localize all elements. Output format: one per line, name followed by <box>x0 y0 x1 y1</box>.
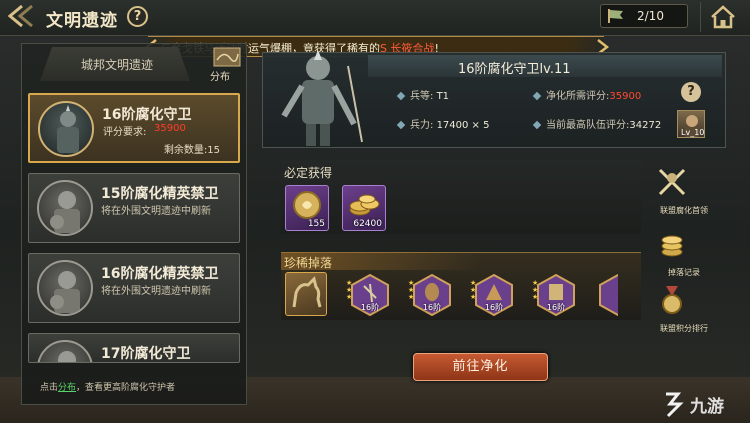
alliance-boss-button[interactable]: 联盟腐化首领 <box>654 164 714 216</box>
best-team-stat: 当前最高队伍评分:34272 <box>532 116 662 131</box>
bullet-icon <box>532 120 542 130</box>
hint-suffix: ，查看更高阶腐化守护者 <box>76 383 176 393</box>
rare-drop-item[interactable] <box>598 274 618 316</box>
player-level: Lv_10 <box>681 128 705 137</box>
card-subtitle: 将在外围文明遗迹中刷新 <box>101 206 211 217</box>
distribution-hint: 点击分布，查看更高阶腐化守护者 <box>40 380 175 393</box>
bullet-icon <box>396 120 406 130</box>
side-label: 联盟积分排行 <box>660 324 708 333</box>
side-label: 联盟腐化首领 <box>660 206 708 215</box>
alliance-ranking-button[interactable]: 联盟积分排行 <box>654 282 714 334</box>
counter-text: 2/10 <box>637 9 664 23</box>
purify-stat: 净化所需评分:35900 <box>532 87 642 102</box>
guardian-card[interactable]: 16阶腐化守卫 评分要求: 35900 剩余数量:15 <box>28 93 240 163</box>
stars-icon: ★ ★ ★ <box>470 279 477 301</box>
back-arrow-icon <box>7 4 33 28</box>
remaining-count: 剩余数量:15 <box>163 145 220 156</box>
card-title: 16阶腐化精英禁卫 <box>101 266 219 282</box>
crossed-swords-icon <box>658 168 686 196</box>
hint-prefix: 点击 <box>40 383 59 393</box>
medal-ribbon-icon <box>662 286 682 314</box>
help-icon[interactable]: ? <box>127 6 148 27</box>
rare-drop-item[interactable]: ★ ★ ★ 16阶 <box>470 274 514 316</box>
elite-guardian-icon <box>50 191 80 233</box>
guaranteed-rewards-panel <box>281 160 641 234</box>
card-subtitle: 将在外围文明遗迹中刷新 <box>101 286 211 297</box>
back-button[interactable] <box>6 4 34 28</box>
elite-guardian-icon <box>50 271 80 313</box>
purple-hex-icon <box>599 274 618 316</box>
guardian-card[interactable]: 17阶腐化守卫 <box>28 333 240 363</box>
rare-item-horse[interactable] <box>285 272 327 316</box>
card-title: 15阶腐化精英禁卫 <box>101 186 219 202</box>
armored-guardian-icon <box>57 105 79 153</box>
purify-label: 净化所需评分: <box>546 91 610 102</box>
rank-label: 兵等: <box>410 91 434 102</box>
map-icon <box>213 47 241 67</box>
go-purify-button[interactable]: 前往净化 <box>413 353 548 381</box>
troops-label: 兵力: <box>410 120 434 131</box>
bullet-icon <box>396 91 406 101</box>
home-icon <box>711 5 735 29</box>
rank-value: T1 <box>436 91 450 102</box>
guardian-avatar <box>38 101 94 157</box>
stars-icon: ★ ★ ★ <box>532 279 539 301</box>
purify-value: 35900 <box>609 91 642 102</box>
home-button[interactable] <box>700 2 744 32</box>
rare-drops-title: 珍稀掉落 <box>284 256 333 270</box>
rank-stat: 兵等: T1 <box>396 87 450 102</box>
stars-icon: ★ ★ ★ <box>346 279 353 301</box>
reward-qty: 155 <box>307 219 325 229</box>
guardian-card[interactable]: 15阶腐化精英禁卫 将在外围文明遗迹中刷新 <box>28 173 240 243</box>
reward-item[interactable]: 62400 <box>342 185 386 231</box>
boss-figure-icon <box>281 50 363 146</box>
horse-statue-icon <box>292 276 322 308</box>
guaranteed-title: 必定获得 <box>284 166 333 180</box>
boss-name: 16阶腐化守卫lv.11 <box>458 62 571 77</box>
guardian-icon <box>58 351 76 362</box>
page-title: 文明遗迹 <box>46 11 118 31</box>
flag-icon <box>608 9 623 23</box>
troops-stat: 兵力: 17400 × 5 <box>396 116 490 131</box>
rare-drop-item[interactable]: ★ ★ ★ 16阶 <box>408 274 452 316</box>
guardian-avatar <box>37 180 93 236</box>
score-req-label: 评分要求: <box>103 127 147 138</box>
distribution-link[interactable]: 分布 <box>58 383 76 393</box>
coin-stack-icon <box>661 235 683 257</box>
rare-drop-item[interactable]: ★ ★ ★ 16阶 <box>532 274 576 316</box>
drop-record-button[interactable]: 掉落记录 <box>654 226 714 278</box>
troops-value: 17400 × 5 <box>436 120 490 131</box>
rare-drop-item[interactable]: ★ ★ ★ 16阶 <box>346 274 390 316</box>
best-team-value: 34272 <box>629 120 662 131</box>
drop-tier-label: 16阶 <box>360 303 380 312</box>
card-title: 16阶腐化守卫 <box>102 107 192 123</box>
side-label: 掉落记录 <box>668 268 700 277</box>
guardian-avatar <box>37 260 93 316</box>
guardian-avatar <box>37 340 93 362</box>
stars-icon: ★ ★ ★ <box>408 279 415 301</box>
drop-tier-label: 16阶 <box>422 303 442 312</box>
guardian-card[interactable]: 16阶腐化精英禁卫 将在外围文明遗迹中刷新 <box>28 253 240 323</box>
stamina-counter: 2/10 <box>600 4 688 28</box>
bullet-icon <box>532 91 542 101</box>
reward-qty: 62400 <box>353 219 382 229</box>
drop-tier-label: 16阶 <box>484 303 504 312</box>
drop-tier-label: 16阶 <box>546 303 566 312</box>
score-req-value: 35900 <box>154 123 186 134</box>
best-team-label: 当前最高队伍评分: <box>546 120 630 131</box>
reward-item[interactable]: 155 <box>285 185 329 231</box>
city-ruins-tab-label: 城邦文明遗迹 <box>81 58 154 72</box>
question-icon[interactable]: ? <box>681 82 701 102</box>
distribution-tab-label: 分布 <box>210 72 230 83</box>
card-title: 17阶腐化守卫 <box>101 346 191 362</box>
watermark-text: 九游 <box>690 397 724 417</box>
